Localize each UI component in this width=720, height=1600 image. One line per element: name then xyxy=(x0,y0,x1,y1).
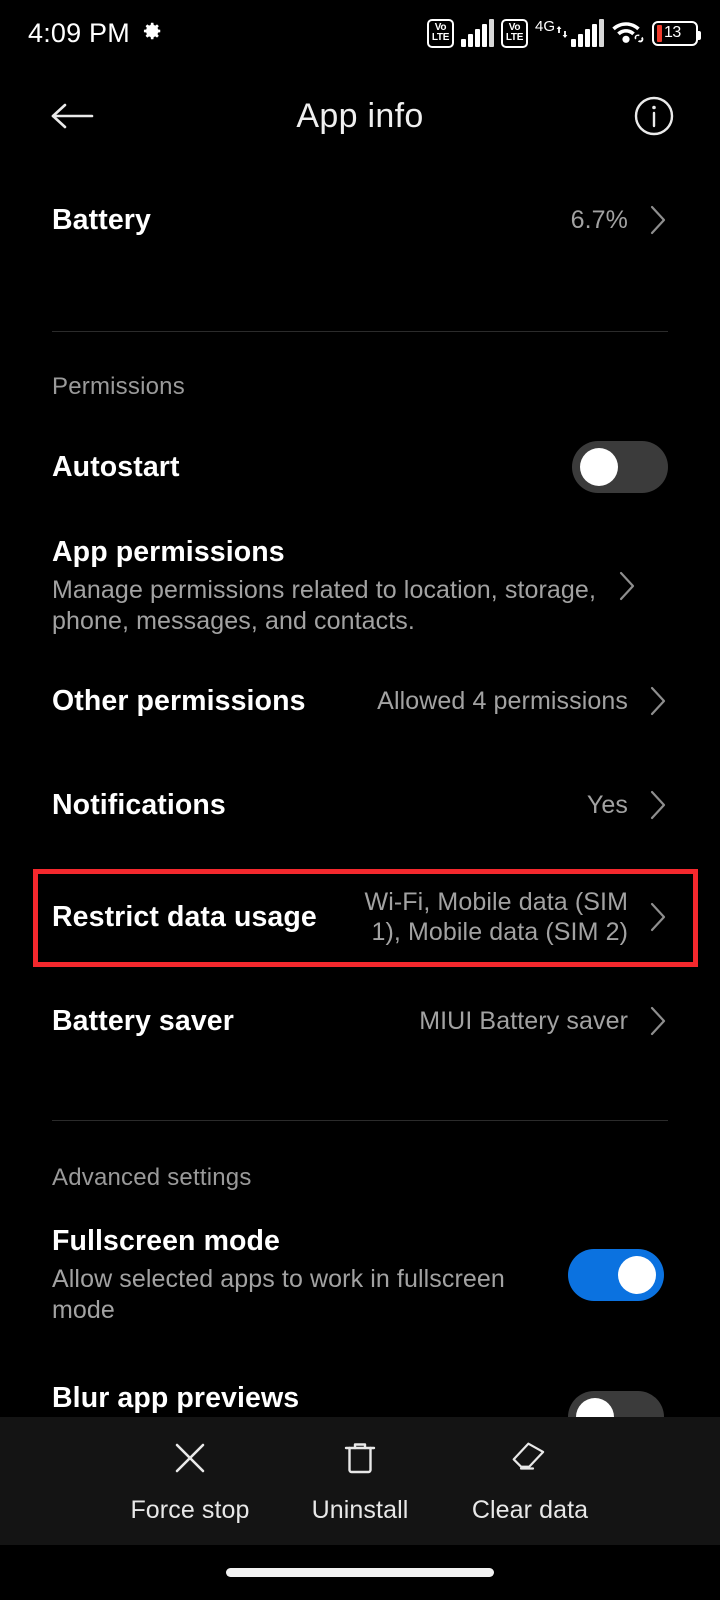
data-transfer-arrows-icon xyxy=(556,24,568,45)
status-bar-right: Vo LTE Vo LTE 4G 13 xyxy=(426,17,701,50)
section-label-permissions: Permissions xyxy=(52,373,185,400)
fullscreen-mode-toggle[interactable] xyxy=(568,1249,664,1301)
eraser-icon xyxy=(510,1438,550,1483)
battery-percent-label: 13 xyxy=(664,24,681,41)
volte-sim1-icon: Vo LTE xyxy=(426,18,454,48)
chevron-right-icon xyxy=(638,789,668,821)
close-x-icon xyxy=(170,1438,210,1483)
row-other-permissions-main: Other permissions xyxy=(52,685,363,718)
row-restrict-data-usage-main: Restrict data usage xyxy=(52,901,326,934)
row-app-permissions-subtitle: Manage permissions related to location, … xyxy=(52,576,596,635)
row-app-permissions-title: App permissions xyxy=(52,536,285,568)
row-fullscreen-mode-main: Fullscreen mode Allow selected apps to w… xyxy=(52,1225,552,1325)
network-type-label: 4G xyxy=(534,18,555,35)
bottom-action-bar: Force stop Uninstall Clear data xyxy=(0,1417,720,1545)
row-battery-saver-main: Battery saver xyxy=(52,1005,405,1038)
row-battery-saver[interactable]: Battery saver MIUI Battery saver xyxy=(0,985,720,1057)
row-battery-saver-value: MIUI Battery saver xyxy=(419,1006,628,1035)
page-title: App info xyxy=(296,96,424,135)
chevron-right-icon xyxy=(638,685,668,717)
row-autostart[interactable]: Autostart xyxy=(0,429,720,505)
row-fullscreen-mode[interactable]: Fullscreen mode Allow selected apps to w… xyxy=(0,1216,720,1334)
chevron-right-icon xyxy=(638,204,668,236)
signal-bars-sim2-group: 4G xyxy=(535,19,604,47)
clear-data-button[interactable]: Clear data xyxy=(445,1438,615,1525)
app-info-screen: 4:09 PM Vo LTE Vo LTE 4G 13 App info Bat… xyxy=(0,0,720,1600)
battery-fill xyxy=(657,24,662,42)
row-battery-saver-title: Battery saver xyxy=(52,1004,234,1037)
autostart-toggle[interactable] xyxy=(572,441,668,493)
navigation-gesture-area xyxy=(0,1545,720,1600)
volte-label-bottom: LTE xyxy=(505,32,524,43)
status-bar-clock: 4:09 PM xyxy=(28,17,130,48)
row-other-permissions-title: Other permissions xyxy=(52,684,306,717)
row-other-permissions-value: Allowed 4 permissions xyxy=(377,686,628,715)
row-other-permissions[interactable]: Other permissions Allowed 4 permissions xyxy=(0,665,720,737)
status-bar: 4:09 PM Vo LTE Vo LTE 4G 13 xyxy=(0,0,720,66)
row-notifications-main: Notifications xyxy=(52,789,573,822)
volte-label-bottom: LTE xyxy=(431,32,450,43)
chevron-right-icon xyxy=(638,1005,668,1037)
force-stop-button[interactable]: Force stop xyxy=(105,1438,275,1525)
row-app-permissions[interactable]: App permissions Manage permissions relat… xyxy=(0,527,720,645)
row-autostart-title: Autostart xyxy=(52,450,180,483)
row-battery-title: Battery xyxy=(52,203,151,236)
toggle-knob xyxy=(618,1256,656,1294)
row-blur-app-previews-title: Blur app previews xyxy=(52,1382,300,1415)
toggle-knob xyxy=(580,448,618,486)
row-restrict-data-usage-title: Restrict data usage xyxy=(52,900,317,933)
gesture-home-bar[interactable] xyxy=(226,1568,494,1577)
row-fullscreen-mode-title: Fullscreen mode xyxy=(52,1225,280,1257)
gear-icon xyxy=(141,20,163,47)
clear-data-label: Clear data xyxy=(471,1495,589,1524)
row-battery-value: 6.7% xyxy=(570,205,628,234)
row-restrict-data-usage-value: Wi-Fi, Mobile data (SIM 1), Mobile data … xyxy=(364,887,628,947)
chevron-right-icon xyxy=(607,570,637,602)
section-label-advanced-settings: Advanced settings xyxy=(52,1164,252,1191)
row-notifications[interactable]: Notifications Yes xyxy=(0,769,720,841)
row-battery-main: Battery xyxy=(52,204,557,237)
app-bar: App info xyxy=(0,72,720,160)
volte-sim2-icon: Vo LTE xyxy=(500,18,528,48)
row-battery[interactable]: Battery 6.7% xyxy=(0,176,720,264)
signal-bars-sim2-icon xyxy=(571,19,604,47)
back-arrow-icon[interactable] xyxy=(42,86,102,146)
settings-list: Battery 6.7% Permissions Autostart App p… xyxy=(0,176,720,1472)
row-autostart-main: Autostart xyxy=(52,451,556,484)
info-icon[interactable] xyxy=(626,88,682,144)
wifi-icon xyxy=(611,17,645,50)
signal-bars-sim1-icon xyxy=(460,19,494,47)
row-notifications-value: Yes xyxy=(586,790,628,819)
row-notifications-title: Notifications xyxy=(52,788,226,821)
trash-icon xyxy=(340,1438,380,1483)
row-app-permissions-main: App permissions Manage permissions relat… xyxy=(52,536,597,636)
uninstall-label: Uninstall xyxy=(311,1495,409,1524)
chevron-right-icon xyxy=(638,901,668,933)
uninstall-button[interactable]: Uninstall xyxy=(275,1438,445,1525)
row-restrict-data-usage[interactable]: Restrict data usage Wi-Fi, Mobile data (… xyxy=(0,871,720,963)
battery-status-icon: 13 xyxy=(652,20,701,46)
row-fullscreen-mode-subtitle: Allow selected apps to work in fullscree… xyxy=(52,1265,505,1324)
status-bar-left: 4:09 PM xyxy=(28,18,163,49)
force-stop-label: Force stop xyxy=(130,1495,250,1524)
